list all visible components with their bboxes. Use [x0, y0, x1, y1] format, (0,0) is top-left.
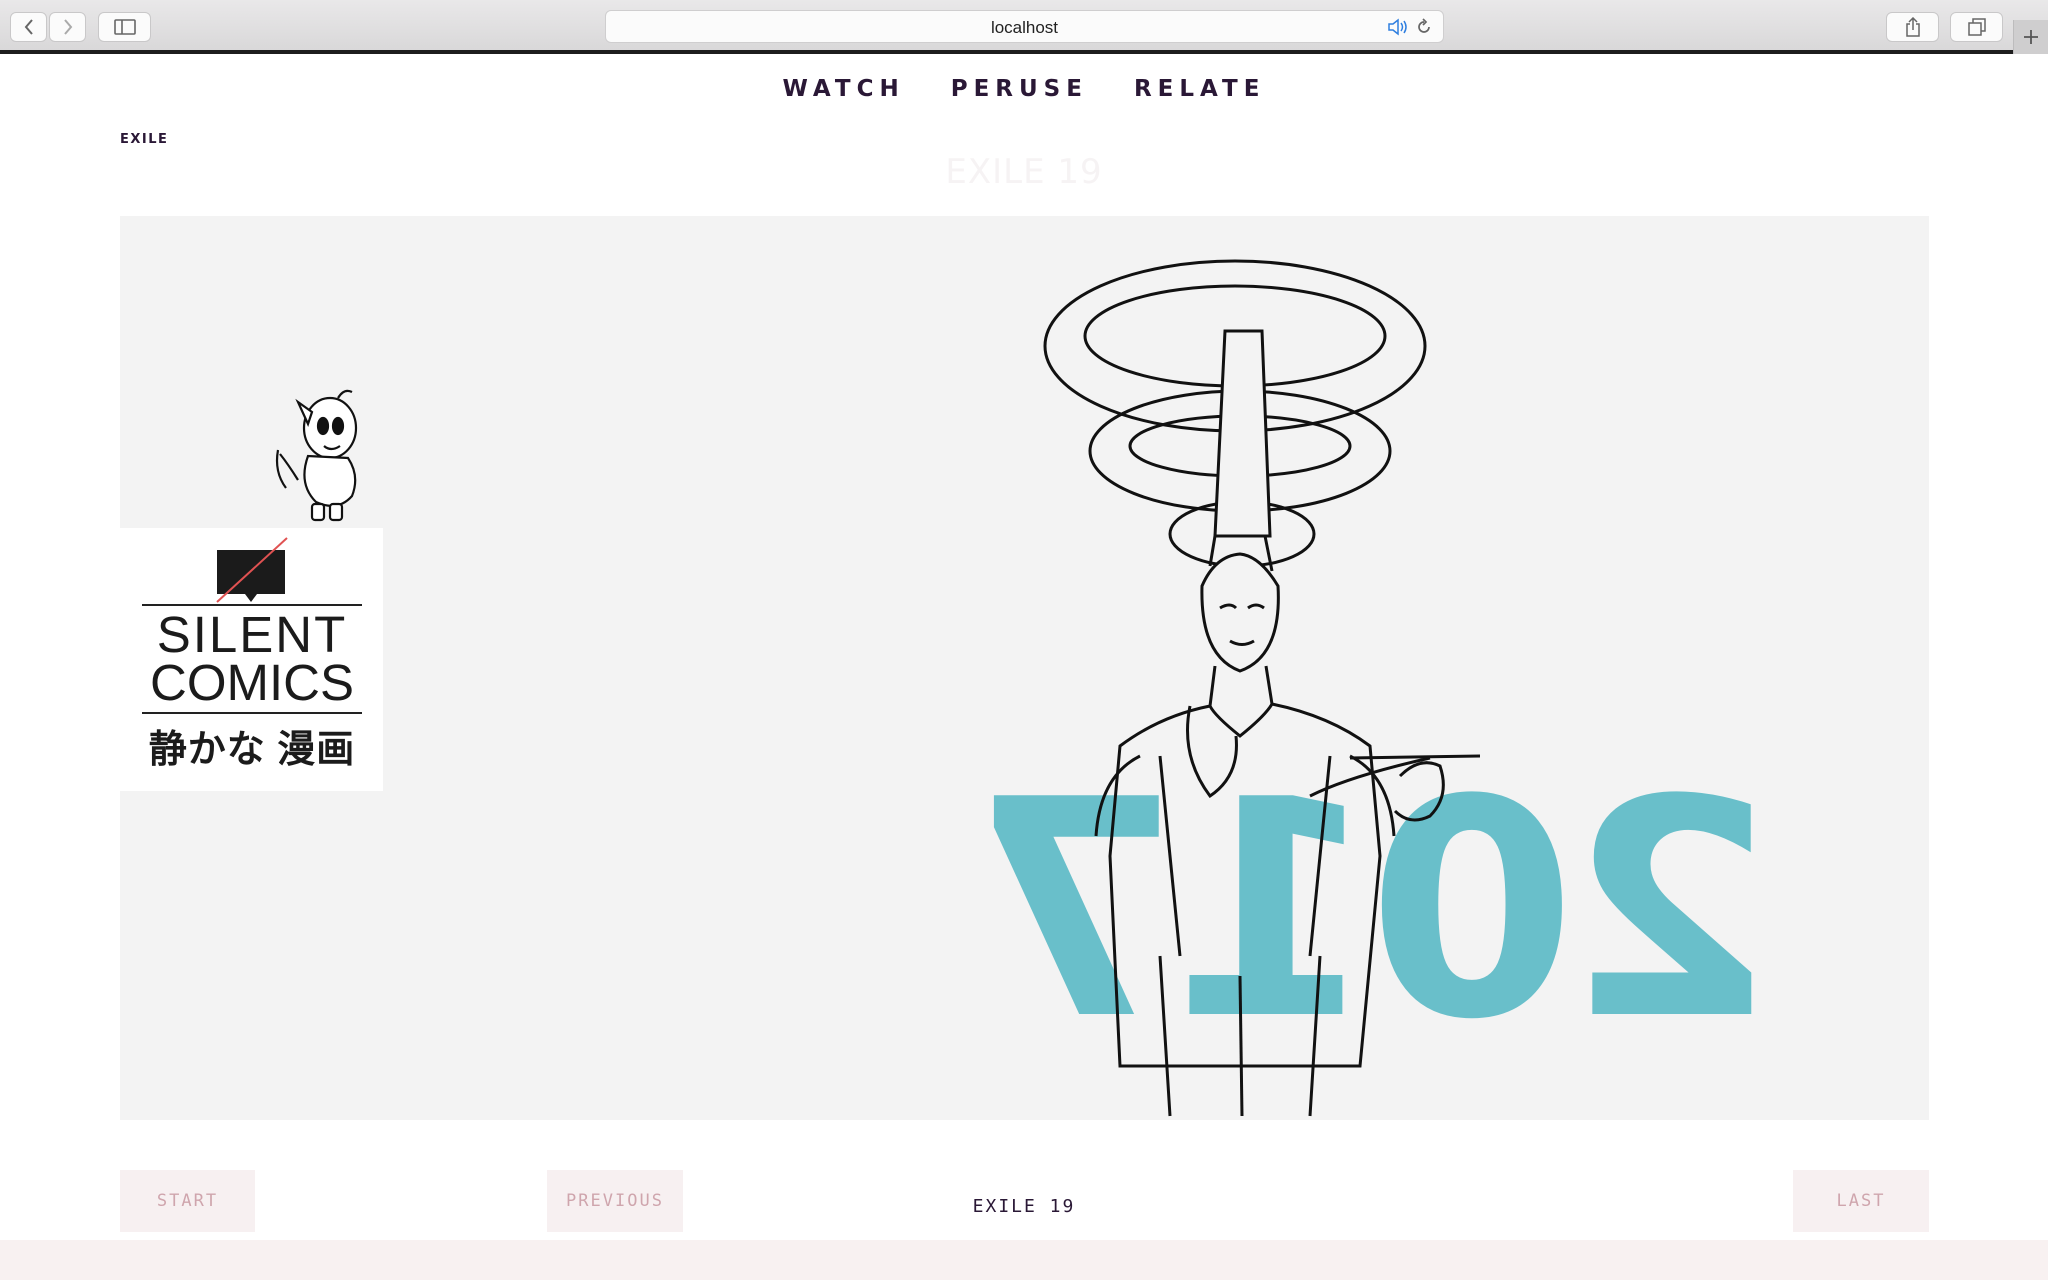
footer-bar [0, 1240, 2048, 1280]
logo-line-2: COMICS [150, 654, 354, 711]
comic-panel: SILENT COMICS 静かな 漫画 2017 [120, 216, 1929, 1120]
breadcrumb[interactable]: EXILE [120, 132, 168, 147]
share-button[interactable] [1886, 12, 1939, 42]
chevron-right-icon [63, 19, 72, 35]
reload-icon[interactable] [1415, 18, 1433, 36]
browser-toolbar: localhost [0, 0, 2048, 54]
nav-item-peruse[interactable]: PERUSE [951, 76, 1088, 102]
mascot-illustration [275, 389, 358, 522]
last-button[interactable]: LAST [1793, 1170, 1929, 1232]
plus-icon [2024, 30, 2038, 44]
sidebar-button[interactable] [98, 12, 151, 42]
speaker-icon[interactable] [1387, 18, 1409, 36]
chevron-left-icon [24, 19, 33, 35]
page-title: EXILE 19 [945, 152, 1103, 192]
logo-rule-bottom [142, 712, 362, 714]
current-page-label: EXILE 19 [972, 1196, 1076, 1217]
share-icon [1905, 17, 1920, 37]
speech-bubble-icon [216, 537, 288, 603]
logo-line-1: SILENT [156, 606, 348, 663]
comic-figure-illustration [1043, 259, 1481, 1117]
sidebar-icon [113, 19, 136, 35]
nav-item-relate[interactable]: RELATE [1134, 76, 1266, 102]
tabs-icon [1967, 18, 1986, 36]
silent-comics-logo: SILENT COMICS 静かな 漫画 [120, 528, 383, 791]
address-bar[interactable]: localhost [605, 10, 1444, 43]
main-nav: WATCH PERUSE RELATE [0, 76, 2048, 102]
tabs-button[interactable] [1950, 12, 2003, 42]
logo-line-3: 静かな 漫画 [148, 729, 356, 771]
nav-item-watch[interactable]: WATCH [783, 76, 905, 102]
forward-button[interactable] [49, 12, 86, 42]
url-text: localhost [990, 18, 1059, 37]
back-button[interactable] [10, 12, 47, 42]
new-tab-button[interactable] [2013, 20, 2048, 54]
